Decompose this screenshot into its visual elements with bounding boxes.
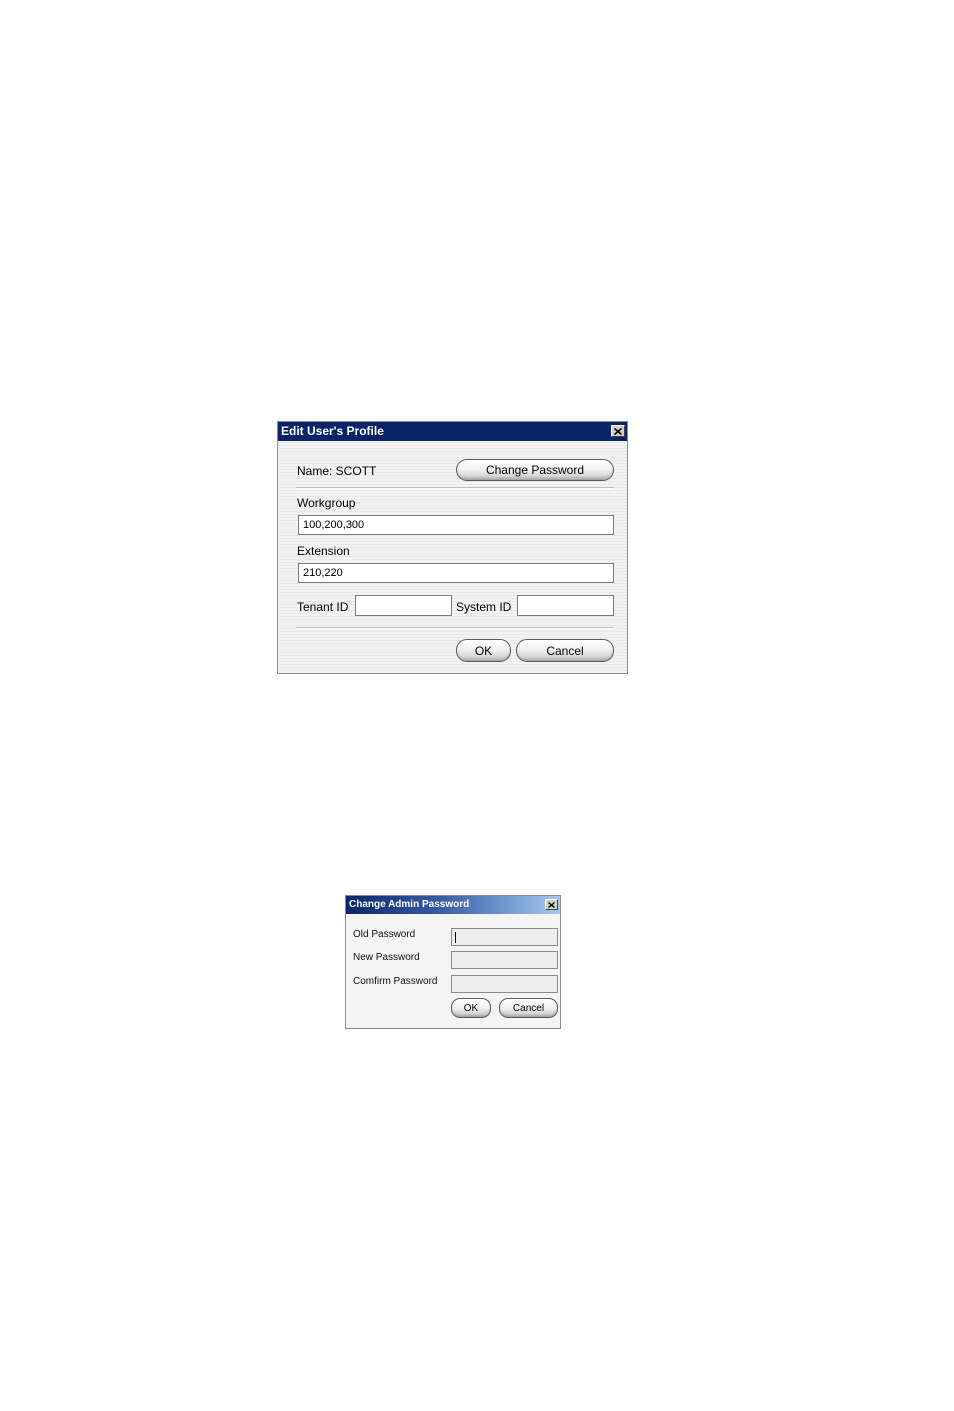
workgroup-label: Workgroup [297, 496, 356, 510]
divider [296, 627, 614, 629]
workgroup-input[interactable]: 100,200,300 [298, 515, 614, 535]
old-password-label: Old Password [353, 929, 416, 940]
new-password-input[interactable] [451, 951, 558, 969]
system-id-input[interactable] [517, 595, 614, 616]
user-name-label: Name: SCOTT [297, 464, 377, 478]
tenant-id-input[interactable] [355, 595, 452, 616]
profile-dialog-titlebar[interactable]: Edit User's Profile [278, 422, 627, 441]
cancel-button[interactable]: Cancel [499, 998, 558, 1018]
edit-profile-dialog: Edit User's Profile Name: SCOTT Change P… [277, 421, 628, 674]
extension-label: Extension [297, 544, 350, 558]
new-password-label: New Password [353, 952, 420, 963]
password-dialog-titlebar[interactable]: Change Admin Password [346, 896, 560, 914]
ok-button[interactable]: OK [451, 998, 491, 1018]
confirm-password-label: Comfirm Password [353, 976, 438, 987]
ok-button[interactable]: OK [456, 639, 511, 662]
divider [296, 487, 614, 489]
confirm-password-input[interactable] [451, 975, 558, 993]
system-id-label: System ID [456, 600, 512, 614]
old-password-input[interactable] [451, 928, 558, 946]
change-admin-password-dialog: Change Admin Password Old Password New P… [345, 895, 561, 1029]
close-icon[interactable] [611, 425, 625, 437]
password-dialog-title: Change Admin Password [349, 899, 470, 910]
text-cursor [455, 932, 456, 943]
change-password-button[interactable]: Change Password [456, 459, 614, 481]
extension-input[interactable]: 210,220 [298, 563, 614, 583]
close-icon[interactable] [545, 899, 558, 910]
cancel-button[interactable]: Cancel [516, 639, 614, 662]
profile-dialog-title: Edit User's Profile [281, 424, 384, 438]
tenant-id-label: Tenant ID [297, 600, 349, 614]
